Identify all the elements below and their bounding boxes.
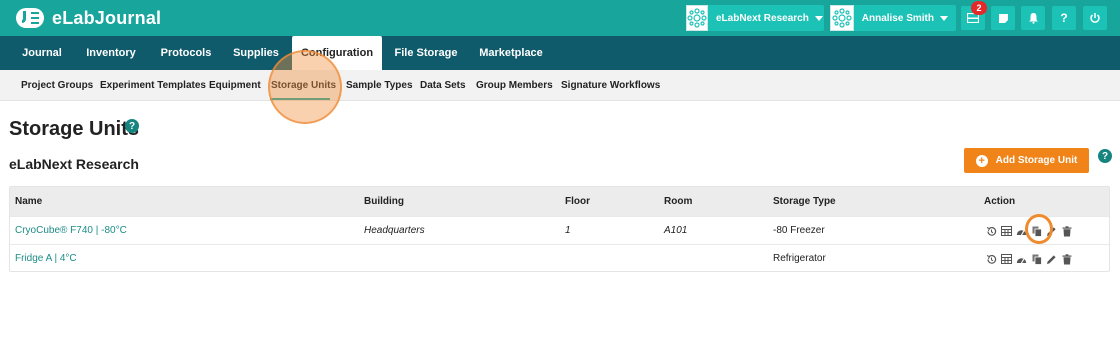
notification-count-badge: 2 — [971, 1, 987, 15]
bell-icon — [1028, 13, 1038, 24]
storage-type-cell: Refrigerator — [773, 253, 826, 264]
storage-unit-name-link[interactable]: Fridge A | 4°C — [15, 245, 77, 273]
sub-nav-sample-types[interactable]: Sample Types — [346, 70, 413, 101]
user-select-label: Annalise Smith — [861, 12, 934, 24]
dashboard-icon[interactable] — [1014, 252, 1029, 266]
column-header-room[interactable]: Room — [664, 187, 692, 216]
page-title: Storage Units — [9, 118, 140, 140]
group-select[interactable]: eLabNext Research — [686, 5, 824, 31]
notes-button[interactable] — [991, 6, 1015, 30]
add-storage-unit-label: Add Storage Unit — [995, 155, 1078, 166]
note-icon — [998, 13, 1008, 23]
history-icon[interactable] — [984, 224, 999, 238]
table-row: CryoCube® F740 | -80°C Headquarters 1 A1… — [10, 216, 1109, 244]
column-header-floor[interactable]: Floor — [565, 187, 590, 216]
column-header-storage-type[interactable]: Storage Type — [773, 187, 836, 216]
table-header: Name Building Floor Room Storage Type Ac… — [10, 187, 1109, 216]
sub-nav-experiment-templates[interactable]: Experiment Templates — [100, 70, 206, 101]
sub-nav: Project Groups Experiment Templates Equi… — [0, 70, 1120, 101]
main-nav-inventory[interactable]: Inventory — [80, 36, 142, 70]
sub-nav-data-sets[interactable]: Data Sets — [420, 70, 466, 101]
sub-nav-project-groups[interactable]: Project Groups — [21, 70, 93, 101]
main-nav-file-storage[interactable]: File Storage — [390, 36, 462, 70]
copy-action-highlight-marker — [1025, 214, 1053, 244]
sub-nav-equipment[interactable]: Equipment — [209, 70, 261, 101]
question-icon: ? — [1060, 11, 1068, 25]
sub-nav-group-members[interactable]: Group Members — [476, 70, 553, 101]
help-button[interactable]: ? — [1052, 6, 1076, 30]
column-header-name[interactable]: Name — [15, 187, 42, 216]
main-nav-marketplace[interactable]: Marketplace — [474, 36, 548, 70]
group-subtitle: eLabNext Research — [9, 156, 139, 172]
click-highlight-marker — [268, 50, 342, 124]
chevron-down-icon — [940, 15, 948, 21]
top-bar: eLabJournal eLabNext Research Annalise S… — [0, 0, 1120, 36]
grid-icon[interactable] — [999, 224, 1014, 238]
main-nav: Journal Inventory Protocols Supplies Con… — [0, 36, 1120, 70]
room-cell: A101 — [664, 225, 688, 236]
row-actions — [984, 245, 1074, 273]
logo-icon — [16, 8, 44, 28]
column-header-action: Action — [984, 196, 1016, 207]
chevron-down-icon — [814, 15, 823, 21]
main-nav-protocols[interactable]: Protocols — [155, 36, 217, 70]
building-cell: Headquarters — [364, 225, 425, 236]
plus-icon: + — [975, 154, 988, 167]
table-row: Fridge A | 4°C Refrigerator — [10, 244, 1109, 272]
column-header-building[interactable]: Building — [364, 187, 404, 216]
trash-icon[interactable] — [1059, 224, 1074, 238]
storage-type-cell: -80 Freezer — [773, 225, 825, 236]
app-logo[interactable]: eLabJournal — [16, 6, 161, 30]
history-icon[interactable] — [984, 252, 999, 266]
trash-icon[interactable] — [1059, 252, 1074, 266]
grid-icon[interactable] — [999, 252, 1014, 266]
logout-button[interactable] — [1083, 6, 1107, 30]
storage-units-table: Name Building Floor Room Storage Type Ac… — [9, 186, 1110, 272]
help-icon[interactable]: ? — [125, 119, 139, 133]
floor-cell: 1 — [565, 225, 571, 236]
main-nav-journal[interactable]: Journal — [16, 36, 68, 70]
user-select[interactable]: Annalise Smith — [830, 5, 956, 31]
copy-icon[interactable] — [1029, 252, 1044, 266]
add-storage-unit-button[interactable]: + Add Storage Unit — [964, 148, 1089, 173]
group-select-label: eLabNext Research — [716, 12, 809, 24]
power-icon — [1090, 13, 1100, 23]
help-icon[interactable]: ? — [1098, 149, 1112, 163]
app-name: eLabJournal — [52, 7, 162, 28]
alerts-button[interactable] — [1021, 6, 1045, 30]
sub-nav-signature-workflows[interactable]: Signature Workflows — [561, 70, 660, 101]
user-network-icon — [830, 5, 854, 31]
group-network-icon — [686, 5, 708, 31]
storage-unit-name-link[interactable]: CryoCube® F740 | -80°C — [15, 217, 127, 245]
edit-icon[interactable] — [1044, 252, 1059, 266]
